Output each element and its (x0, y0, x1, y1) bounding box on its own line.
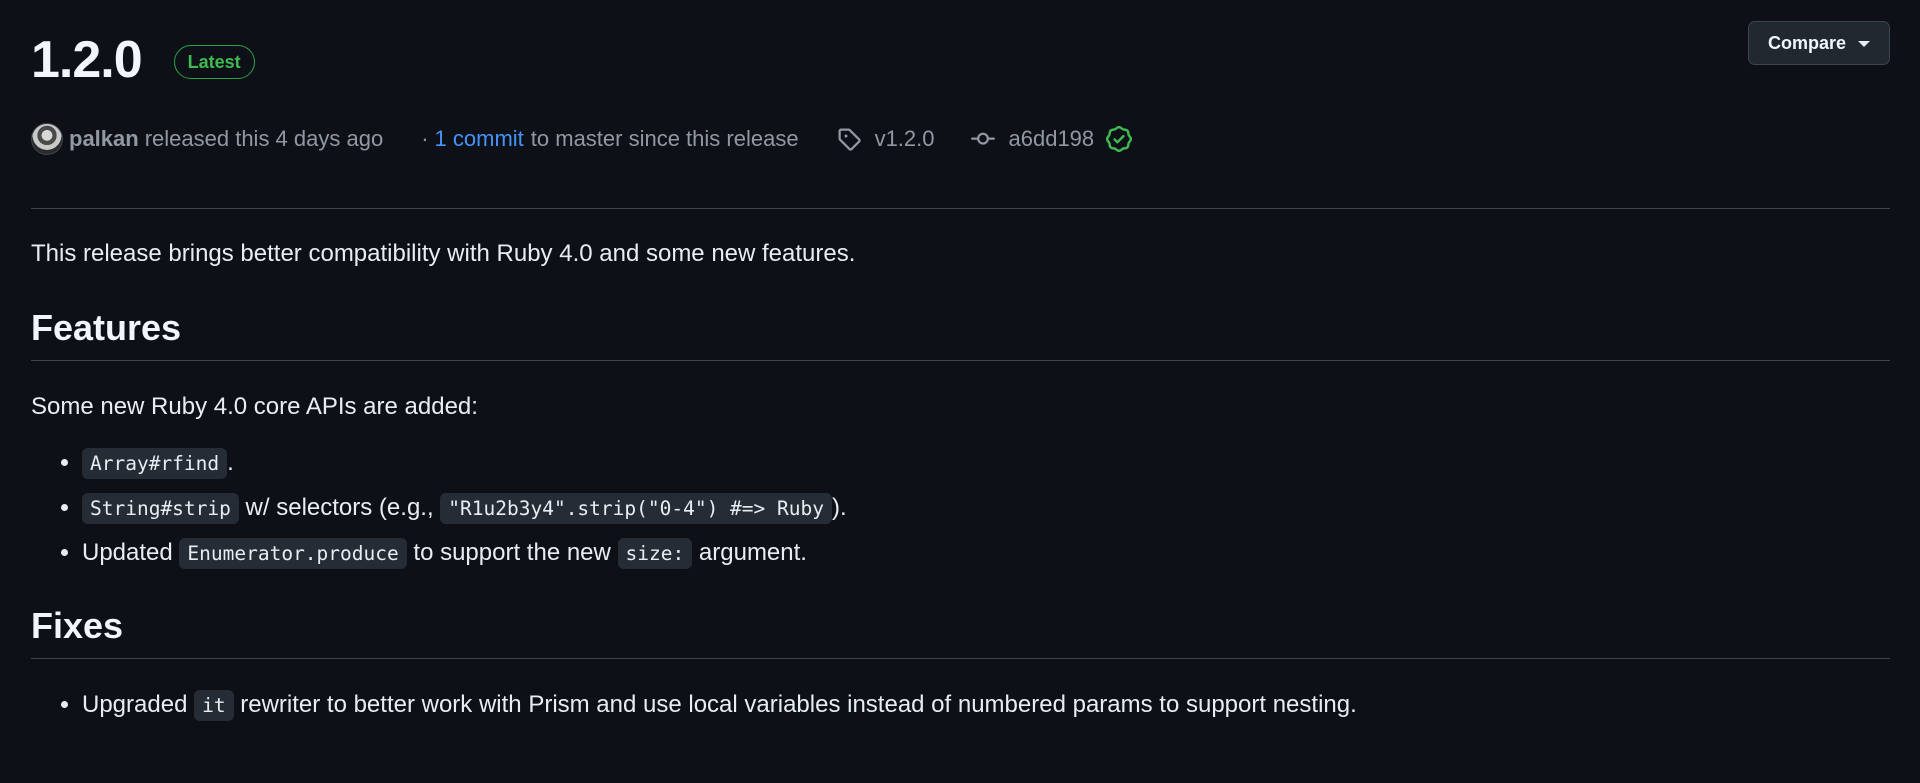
list-item-text: Upgraded (82, 691, 195, 718)
release-intro: This release brings better compatibility… (31, 240, 856, 267)
list-item-text: argument. (692, 539, 807, 566)
compare-label: Compare (1767, 32, 1847, 53)
inline-code: it (194, 690, 234, 721)
list-item-text: ). (831, 494, 847, 521)
inline-code: String#strip (82, 493, 239, 524)
author-link[interactable]: palkan (69, 126, 139, 152)
list-item: Updated Enumerator.produce to support th… (82, 531, 1890, 576)
list-item: String#strip w/ selectors (e.g., "R1u2b3… (82, 486, 1890, 531)
features-lead: Some new Ruby 4.0 core APIs are added: (31, 393, 478, 420)
commits-suffix: to master since this release (530, 126, 799, 151)
list-item-text: to support the new (406, 539, 618, 566)
git-commit-icon (970, 127, 995, 151)
fixes-section: Fixes Upgraded it rewriter to better wor… (31, 602, 1890, 728)
commit-sha: a6dd198 (1008, 126, 1095, 151)
features-rule (31, 360, 1890, 361)
release-notes: This release brings better compatibility… (31, 234, 1890, 728)
tag-icon (837, 127, 861, 151)
compare-button[interactable]: Compare (1748, 21, 1890, 65)
list-item-text: Updated (82, 539, 180, 566)
inline-code: Array#rfind (82, 448, 228, 479)
avatar[interactable] (31, 123, 63, 155)
release-header: 1.2.0 Latest (31, 28, 255, 92)
fixes-list: Upgraded it rewriter to better work with… (31, 683, 1890, 728)
fixes-heading: Fixes (31, 605, 124, 646)
inline-code: size: (617, 538, 693, 569)
list-item-text: rewriter to better work with Prism and u… (233, 691, 1357, 718)
features-heading: Features (31, 307, 182, 348)
release-card: 1.2.0 Latest Compare palkan released thi… (0, 0, 1920, 783)
commits-link[interactable]: 1 commit (435, 126, 524, 152)
release-title[interactable]: 1.2.0 (31, 28, 143, 92)
list-item: Upgraded it rewriter to better work with… (82, 683, 1890, 728)
released-text: released this 4 days ago (144, 126, 384, 151)
list-item-text: . (227, 449, 234, 476)
release-meta: palkan released this 4 days ago · 1 comm… (31, 123, 1133, 155)
list-item-text: w/ selectors (e.g., (238, 494, 441, 521)
inline-code: Enumerator.produce (179, 538, 407, 569)
separator: · (421, 126, 429, 151)
tag-label: v1.2.0 (874, 126, 935, 151)
triangle-down-icon (1858, 41, 1871, 47)
features-section: Features Some new Ruby 4.0 core APIs are… (31, 304, 1890, 576)
header-divider (31, 208, 1890, 209)
fixes-rule (31, 658, 1890, 659)
commit-sha-link[interactable]: a6dd198 (970, 126, 1133, 152)
list-item: Array#rfind. (82, 441, 1890, 486)
latest-badge: Latest (173, 45, 255, 79)
features-list: Array#rfind. String#strip w/ selectors (… (31, 441, 1890, 576)
tag-link[interactable]: v1.2.0 (837, 126, 935, 152)
verified-check-icon[interactable] (1106, 126, 1133, 152)
inline-code: "R1u2b3y4".strip("0-4") #=> Ruby (440, 493, 832, 524)
